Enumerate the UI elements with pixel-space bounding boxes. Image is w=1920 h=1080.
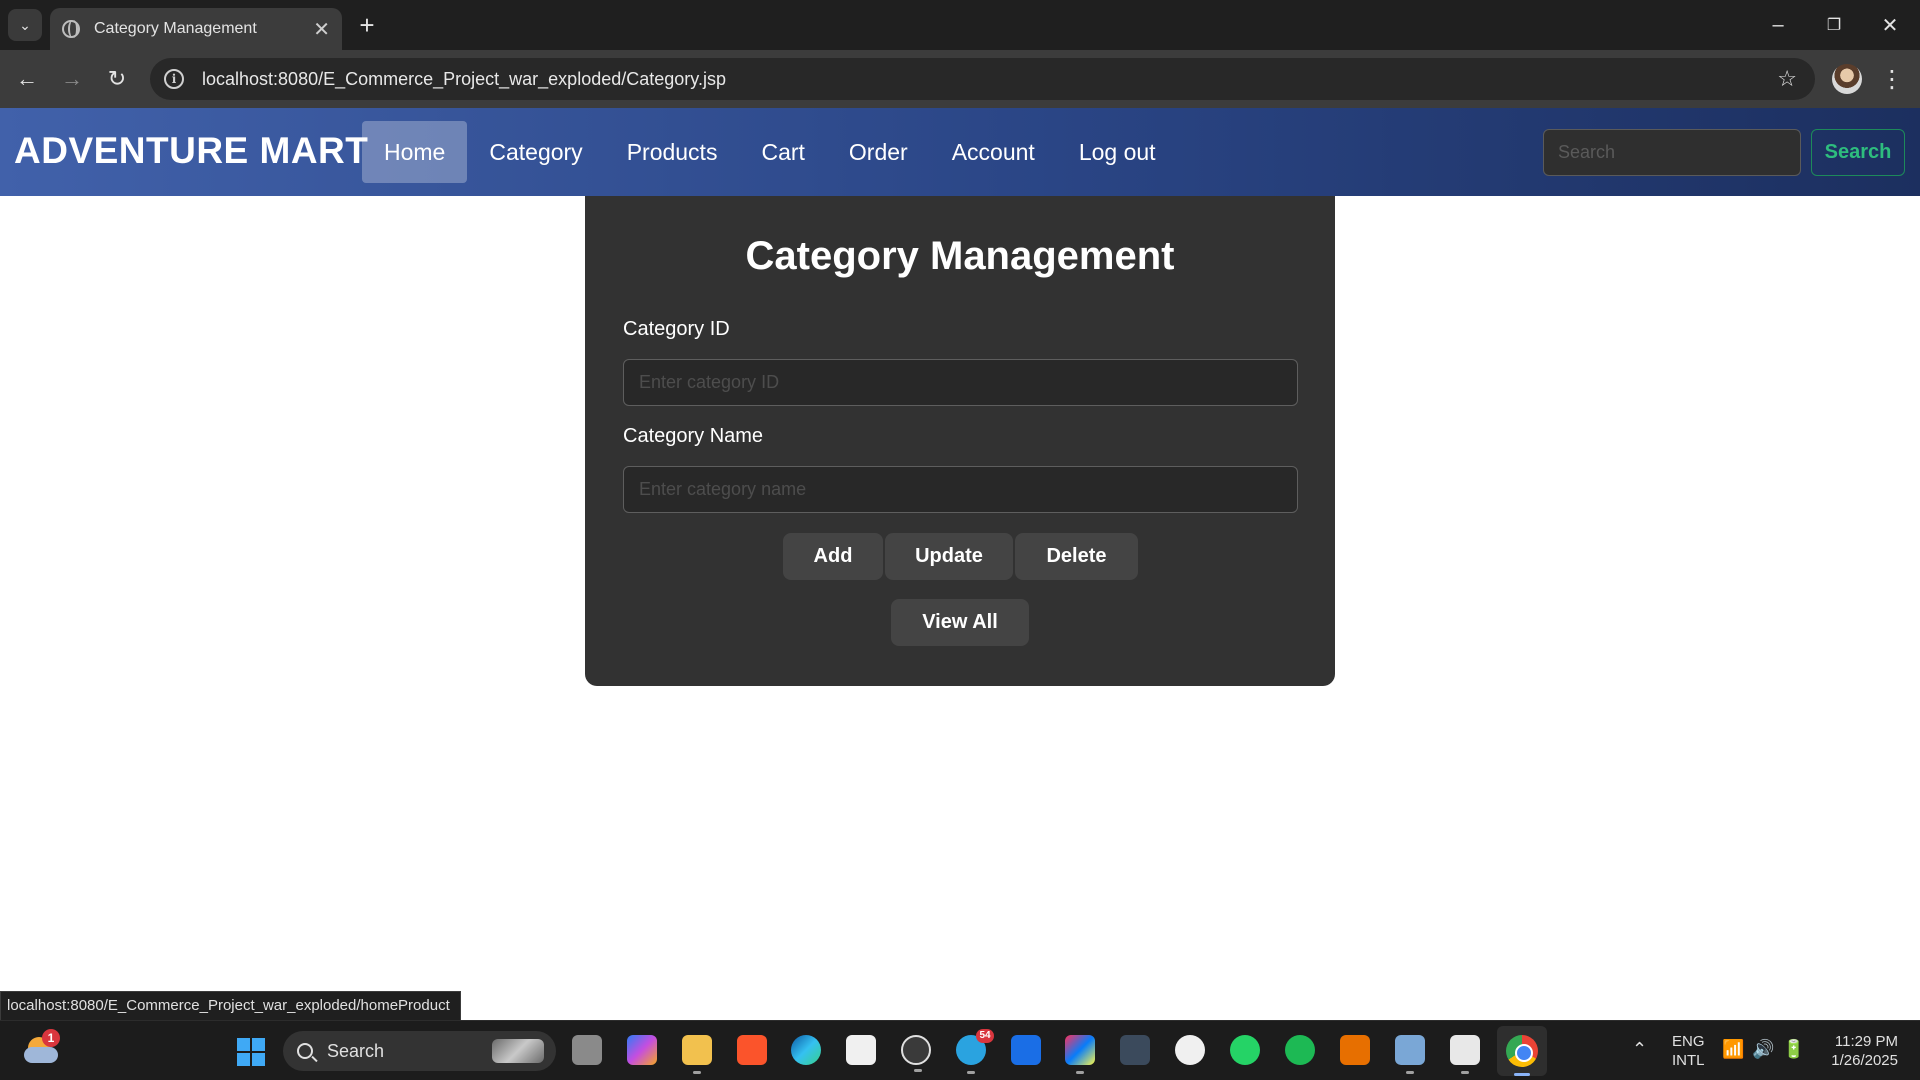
close-icon[interactable]: ✕ bbox=[313, 17, 330, 42]
start-button[interactable] bbox=[237, 1038, 265, 1066]
restore-button[interactable]: ❐ bbox=[1814, 10, 1854, 40]
chrome-icon[interactable] bbox=[1506, 1035, 1538, 1067]
forward-button[interactable]: → bbox=[55, 62, 89, 96]
taskbar-search-label: Search bbox=[327, 1040, 385, 1061]
windows-logo-icon bbox=[237, 1038, 250, 1051]
plus-icon: + bbox=[359, 9, 375, 40]
mysql-workbench-icon[interactable] bbox=[1120, 1035, 1150, 1065]
delete-button[interactable]: Delete bbox=[1015, 533, 1138, 580]
link-status-bar: localhost:8080/E_Commerce_Project_war_ex… bbox=[0, 991, 461, 1020]
edge-icon[interactable] bbox=[791, 1035, 821, 1065]
copilot-icon[interactable] bbox=[627, 1035, 657, 1065]
page-title: Category Management bbox=[745, 234, 1175, 278]
site-brand[interactable]: ADVENTURE MART bbox=[14, 130, 368, 172]
clock-time: 11:29 PM bbox=[1834, 1033, 1898, 1050]
new-tab-button[interactable]: + bbox=[352, 10, 382, 40]
telegram-badge: 54 bbox=[976, 1029, 994, 1043]
close-window-button[interactable]: ✕ bbox=[1870, 10, 1910, 40]
category-id-input[interactable] bbox=[623, 359, 1298, 406]
minimize-icon: – bbox=[1772, 13, 1784, 36]
nav-link-products[interactable]: Products bbox=[605, 121, 740, 183]
chevron-down-icon: ⌄ bbox=[19, 16, 31, 33]
resource-monitor-icon[interactable] bbox=[1395, 1035, 1425, 1074]
github-desktop-icon[interactable] bbox=[1175, 1035, 1205, 1065]
system-clock[interactable]: 11:29 PM 1/26/2025 bbox=[1831, 1032, 1898, 1070]
globe-icon bbox=[62, 20, 80, 38]
profile-avatar[interactable] bbox=[1832, 64, 1862, 94]
language-code: ENG bbox=[1672, 1033, 1705, 1050]
spotify-icon[interactable] bbox=[1285, 1035, 1315, 1065]
browser-window: ⌄ Category Management ✕ + – ❐ ✕ ← → ↻ i … bbox=[0, 0, 1920, 1080]
browser-toolbar: ← → ↻ i localhost:8080/E_Commerce_Projec… bbox=[0, 50, 1920, 108]
site-search-button[interactable]: Search bbox=[1811, 129, 1905, 176]
snipping-tool-icon[interactable] bbox=[1450, 1035, 1480, 1074]
weather-widget[interactable]: 1 bbox=[24, 1029, 60, 1065]
windows-taskbar: 1 Search 54 ⌃ ENG INTL 📶🔊🔋 11:29 PM 1/26… bbox=[0, 1020, 1920, 1080]
keyboard-layout: INTL bbox=[1672, 1052, 1705, 1069]
java-icon[interactable] bbox=[1340, 1035, 1370, 1065]
nav-link-category[interactable]: Category bbox=[467, 121, 604, 183]
view-all-button[interactable]: View All bbox=[891, 599, 1029, 646]
info-icon[interactable]: i bbox=[164, 69, 184, 89]
nav-link-order[interactable]: Order bbox=[827, 121, 930, 183]
site-navbar: ADVENTURE MART Home Category Products Ca… bbox=[0, 108, 1920, 196]
add-button[interactable]: Add bbox=[783, 533, 883, 580]
language-indicator[interactable]: ENG INTL bbox=[1672, 1032, 1705, 1070]
whatsapp-icon[interactable] bbox=[1230, 1035, 1260, 1065]
browser-menu-button[interactable]: ⋮ bbox=[1880, 62, 1904, 96]
brave-icon[interactable] bbox=[737, 1035, 767, 1065]
address-bar[interactable]: i localhost:8080/E_Commerce_Project_war_… bbox=[150, 58, 1815, 100]
intellij-idea-icon[interactable] bbox=[1065, 1035, 1095, 1074]
update-button[interactable]: Update bbox=[885, 533, 1013, 580]
nav-link-logout[interactable]: Log out bbox=[1057, 121, 1178, 183]
site-search-input[interactable] bbox=[1543, 129, 1801, 176]
microsoft-store-icon[interactable] bbox=[846, 1035, 876, 1065]
tab-strip: ⌄ Category Management ✕ + – ❐ ✕ bbox=[0, 0, 1920, 50]
search-icon bbox=[297, 1043, 313, 1059]
weather-cloud-icon bbox=[24, 1047, 58, 1063]
site-nav-links: Home Category Products Cart Order Accoun… bbox=[362, 121, 1178, 183]
telegram-icon[interactable]: 54 bbox=[956, 1029, 994, 1074]
browser-tab[interactable]: Category Management ✕ bbox=[50, 8, 342, 50]
star-icon[interactable]: ☆ bbox=[1777, 66, 1797, 92]
category-name-input[interactable] bbox=[623, 466, 1298, 513]
arrow-left-icon: ← bbox=[16, 66, 38, 91]
volume-icon[interactable]: 🔊 bbox=[1752, 1039, 1782, 1059]
taskbar-search[interactable]: Search bbox=[283, 1031, 556, 1071]
clock-date: 1/26/2025 bbox=[1831, 1052, 1898, 1069]
vpn-icon[interactable] bbox=[1011, 1035, 1041, 1065]
arrow-right-icon: → bbox=[61, 66, 83, 91]
minimize-button[interactable]: – bbox=[1758, 10, 1798, 40]
more-vert-icon: ⋮ bbox=[1880, 65, 1904, 93]
weather-badge: 1 bbox=[42, 1029, 60, 1047]
file-explorer-icon[interactable] bbox=[682, 1035, 712, 1074]
battery-icon[interactable]: 🔋 bbox=[1783, 1039, 1813, 1059]
nav-link-account[interactable]: Account bbox=[930, 121, 1057, 183]
page-viewport: ADVENTURE MART Home Category Products Ca… bbox=[0, 108, 1920, 1020]
restore-icon: ❐ bbox=[1826, 17, 1842, 34]
chrome-active-indicator bbox=[1514, 1073, 1530, 1076]
reload-icon: ↻ bbox=[107, 66, 127, 91]
category-form-card: Category Management Category ID Category… bbox=[585, 196, 1335, 686]
back-button[interactable]: ← bbox=[10, 62, 44, 96]
reload-button[interactable]: ↻ bbox=[100, 62, 134, 96]
chevron-up-icon[interactable]: ⌃ bbox=[1632, 1039, 1647, 1060]
category-name-label: Category Name bbox=[623, 425, 764, 447]
close-window-icon: ✕ bbox=[1881, 14, 1899, 37]
search-highlight-image bbox=[492, 1039, 544, 1063]
tab-search-button[interactable]: ⌄ bbox=[8, 9, 42, 41]
category-id-label: Category ID bbox=[623, 318, 730, 340]
nav-link-cart[interactable]: Cart bbox=[739, 121, 826, 183]
system-tray-icons[interactable]: 📶🔊🔋 bbox=[1722, 1039, 1813, 1060]
nav-link-home[interactable]: Home bbox=[362, 121, 468, 183]
task-view-icon[interactable] bbox=[572, 1035, 602, 1065]
wifi-icon[interactable]: 📶 bbox=[1722, 1039, 1752, 1059]
media-player-icon[interactable] bbox=[901, 1035, 931, 1072]
tab-title: Category Management bbox=[94, 20, 257, 37]
url-text[interactable]: localhost:8080/E_Commerce_Project_war_ex… bbox=[202, 69, 726, 90]
